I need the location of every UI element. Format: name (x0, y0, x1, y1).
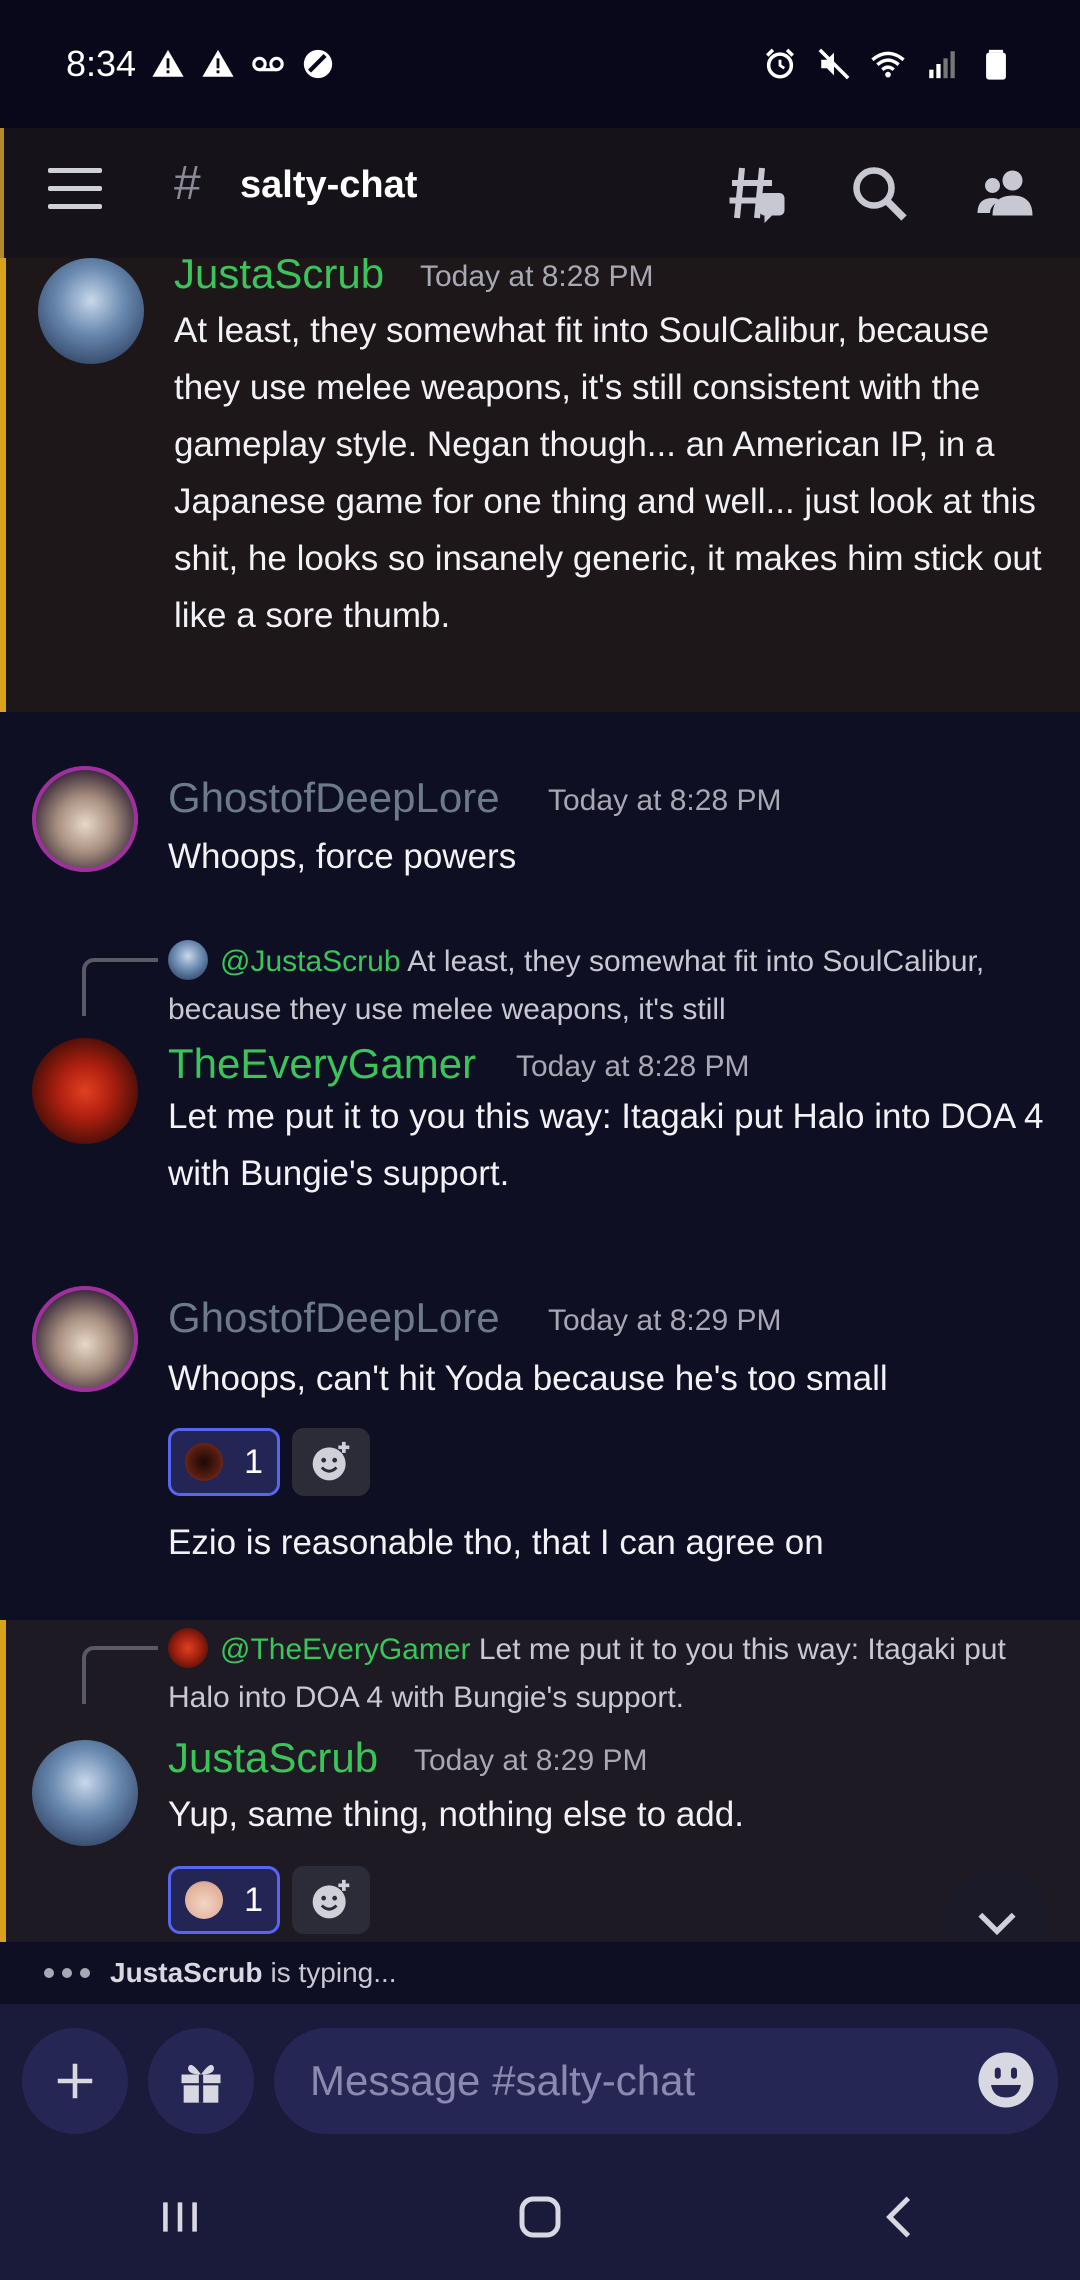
emoji-picker-icon[interactable] (976, 2050, 1036, 2110)
gift-button[interactable] (148, 2028, 254, 2134)
warning-icon (200, 46, 236, 82)
alarm-icon (762, 46, 798, 82)
no-entry-icon (300, 46, 336, 82)
message-text: Whoops, can't hit Yoda because he's too … (168, 1359, 888, 1398)
message-input[interactable]: Message #salty-chat (274, 2028, 1058, 2134)
message-input-placeholder: Message #salty-chat (310, 2057, 696, 2104)
channel-name[interactable]: salty-chat (240, 164, 417, 207)
message-composer: Message #salty-chat (0, 2004, 1080, 2154)
wifi-icon (870, 46, 906, 82)
battery-icon (978, 46, 1014, 82)
status-left: 8:34 (66, 43, 336, 85)
message-list[interactable]: JustaScrub Today at 8:28 PM At least, th… (0, 258, 1080, 1942)
typing-user: JustaScrub (110, 1957, 263, 1988)
reply-connector (82, 958, 158, 1016)
reaction-pill[interactable]: 1 (168, 1428, 280, 1496)
message-author[interactable]: TheEveryGamer (168, 1040, 476, 1088)
recents-icon (163, 2202, 197, 2232)
system-nav-bar (0, 2154, 1080, 2280)
message-text: Ezio is reasonable tho, that I can agree… (168, 1523, 824, 1562)
message-text: Whoops, force powers (168, 837, 517, 876)
search-icon[interactable] (844, 158, 914, 228)
add-attachment-button[interactable] (22, 2028, 128, 2134)
add-reaction-button[interactable] (292, 1866, 370, 1934)
message-timestamp: Today at 8:29 PM (548, 1304, 782, 1337)
status-right (762, 46, 1014, 82)
avatar[interactable] (32, 766, 138, 872)
chevron-down-icon (978, 1912, 1016, 1936)
add-reaction-button[interactable] (292, 1428, 370, 1496)
home-button[interactable] (495, 2172, 585, 2262)
message-author[interactable]: JustaScrub (168, 1734, 378, 1782)
reply-mention[interactable]: @TheEveryGamer (220, 1633, 471, 1666)
reply-connector (82, 1646, 158, 1704)
reaction-emoji-icon (185, 1881, 223, 1919)
recent-apps-button[interactable] (135, 2172, 225, 2262)
message-item[interactable]: @TheEveryGamer Let me put it to you this… (0, 1620, 1080, 1942)
back-icon (886, 2196, 911, 2238)
reaction-count: 1 (244, 1442, 263, 1481)
message-timestamp: Today at 8:28 PM (516, 1050, 750, 1083)
avatar[interactable] (32, 1038, 138, 1144)
add-reaction-icon (312, 1441, 350, 1481)
threads-icon[interactable] (722, 158, 792, 228)
message-author[interactable]: GhostofDeepLore (168, 774, 500, 822)
reply-preview[interactable]: @JustaScrub At least, they somewhat fit … (168, 938, 1048, 1034)
avatar[interactable] (32, 1286, 138, 1392)
gift-icon (181, 2064, 221, 2103)
home-icon (519, 2196, 561, 2238)
typing-indicator: JustaScrub is typing... (0, 1942, 1080, 2004)
channel-hash-icon: # (174, 157, 201, 210)
add-reaction-icon (312, 1879, 350, 1919)
message-timestamp: Today at 8:28 PM (420, 260, 654, 293)
message-timestamp: Today at 8:28 PM (548, 784, 782, 817)
reaction-count: 1 (244, 1880, 263, 1919)
reaction-pill[interactable]: 1 (168, 1866, 280, 1934)
avatar[interactable] (32, 1740, 138, 1846)
voicemail-icon (250, 46, 286, 82)
typing-dots-icon (44, 1968, 90, 1978)
reply-mention[interactable]: @JustaScrub (220, 945, 401, 978)
reply-preview[interactable]: @TheEveryGamer Let me put it to you this… (168, 1626, 1048, 1722)
members-icon[interactable] (970, 158, 1040, 228)
channel-header: # salty-chat (0, 128, 1080, 258)
message-item[interactable]: GhostofDeepLore Today at 8:28 PM Whoops,… (0, 758, 1080, 888)
message-author[interactable]: GhostofDeepLore (168, 1294, 500, 1342)
plus-icon (57, 2063, 93, 2099)
message-text: At least, they somewhat fit into SoulCal… (174, 311, 1042, 635)
mute-icon (816, 46, 852, 82)
status-bar: 8:34 (0, 0, 1080, 128)
signal-icon (924, 46, 960, 82)
message-author[interactable]: JustaScrub (174, 258, 384, 298)
message-text: Yup, same thing, nothing else to add. (168, 1795, 744, 1834)
message-timestamp: Today at 8:29 PM (414, 1744, 648, 1777)
menu-icon[interactable] (48, 168, 102, 218)
message-item[interactable]: GhostofDeepLore Today at 8:29 PM Whoops,… (0, 1278, 1080, 1568)
back-button[interactable] (855, 2172, 945, 2262)
reaction-emoji-icon (185, 1443, 223, 1481)
warning-icon (150, 46, 186, 82)
message-text: Let me put it to you this way: Itagaki p… (168, 1097, 1044, 1193)
avatar[interactable] (38, 258, 144, 364)
status-time: 8:34 (66, 43, 137, 84)
typing-suffix: is typing... (270, 1957, 397, 1988)
message-item[interactable]: JustaScrub Today at 8:28 PM At least, th… (0, 258, 1080, 712)
